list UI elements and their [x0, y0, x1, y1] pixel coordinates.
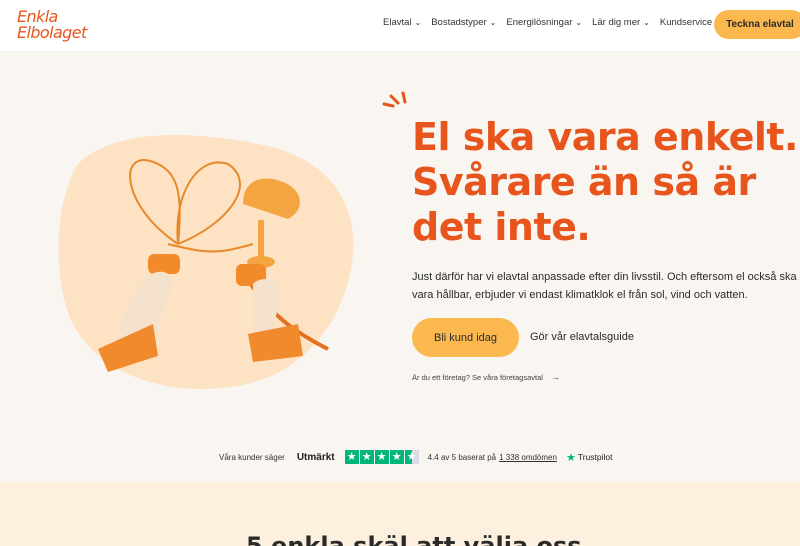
arrow-right-icon: →: [550, 372, 560, 382]
hero-lead-text: Just därför har vi elavtal anpassade eft…: [412, 271, 797, 301]
trust-score: 4.4 av 5 baserat på: [427, 452, 497, 462]
star-icon: ★: [389, 450, 404, 464]
trustpilot-logo-icon: ★: [565, 451, 576, 464]
star-icon: ★: [359, 450, 374, 464]
trustpilot-brand[interactable]: Trustpilot: [578, 452, 613, 462]
hero-illustration: [58, 135, 354, 390]
chevron-down-icon: ⌄: [414, 18, 422, 27]
elavtalsguide-link[interactable]: Gör vår elavtalsguide: [530, 331, 634, 343]
teckna-elavtal-button[interactable]: Teckna elavtal: [714, 10, 800, 39]
half-star-icon: ★: [404, 450, 419, 464]
logo[interactable]: Enkla Elbolaget: [17, 9, 101, 41]
trust-reviews-link[interactable]: 1 338 omdömen: [499, 453, 557, 462]
chevron-down-icon: ⌄: [489, 18, 497, 27]
trust-stars: ★ ★ ★ ★ ★: [344, 450, 419, 464]
nav-item-elavtal[interactable]: Elavtal ⌄: [383, 17, 421, 28]
star-icon: ★: [344, 450, 359, 464]
logo-line2: Elbolaget: [17, 23, 87, 42]
section-title: 5 enkla skäl att välja oss: [246, 532, 582, 546]
chevron-down-icon: ⌄: [643, 18, 650, 27]
star-icon: ★: [374, 450, 389, 464]
bli-kund-button[interactable]: Bli kund idag: [412, 318, 519, 357]
nav-item-kundservice[interactable]: Kundservice⌄: [660, 17, 722, 28]
trust-rating-word: Utmärkt: [296, 451, 335, 463]
highlight-burst-icon: [382, 91, 407, 108]
chevron-down-icon: ⌄: [575, 18, 583, 27]
nav-item-bostadstyper[interactable]: Bostadstyper ⌄: [431, 17, 496, 28]
site-header: Enkla Elbolaget Elavtal ⌄ Bostadstyper ⌄ E…: [0, 0, 800, 52]
trustpilot-bar: Våra kunder säger Utmärkt ★ ★ ★ ★ ★ 4.4 …: [219, 450, 612, 464]
business-link[interactable]: Är du ett företag? Se våra företagsavtal…: [412, 372, 560, 382]
nav-item-energilosningar[interactable]: Energilösningar ⌄: [506, 17, 582, 28]
trust-prefix: Våra kunder säger: [219, 452, 285, 462]
hero-headline: El ska vara enkelt. Svårare än så är det…: [412, 115, 798, 249]
main-nav: Elavtal ⌄ Bostadstyper ⌄ Energilösningar ⌄ …: [383, 17, 732, 28]
nav-item-lar-dig-mer[interactable]: Lär dig mer ⌄: [592, 17, 650, 28]
reasons-section: 5 enkla skäl att välja oss: [0, 482, 800, 546]
